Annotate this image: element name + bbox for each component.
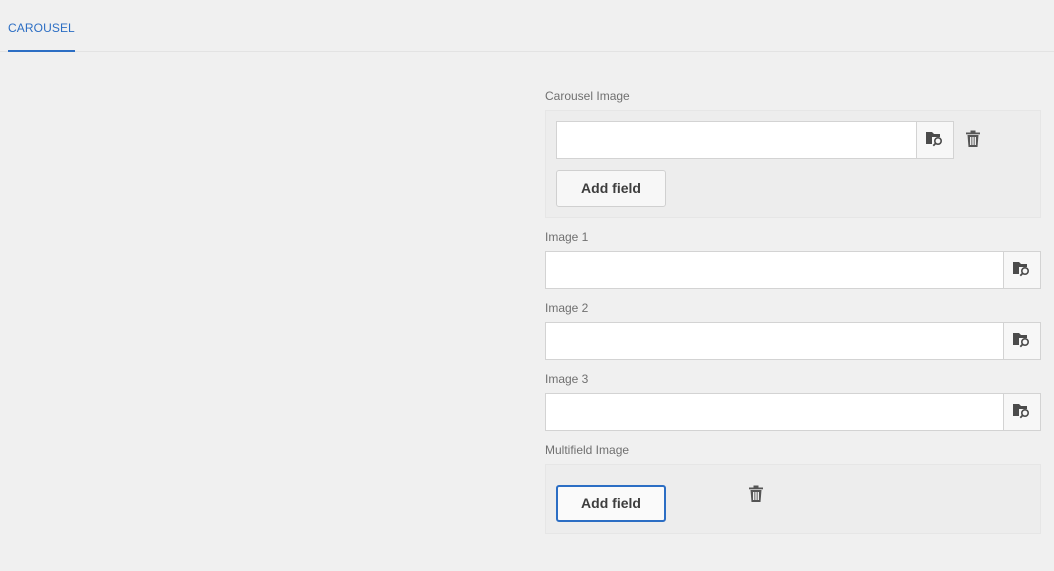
carousel-image-path-input[interactable] — [556, 121, 918, 159]
multifield-image-label: Multifield Image — [545, 443, 630, 457]
carousel-image-add-field-button[interactable]: Add field — [556, 170, 666, 207]
carousel-image-label: Carousel Image — [545, 89, 630, 103]
image2-path-input[interactable] — [545, 322, 1005, 360]
folder-search-icon — [925, 129, 945, 152]
active-tab-indicator — [8, 50, 75, 52]
image3-path-input[interactable] — [545, 393, 1005, 431]
carousel-image-multifield: Add field — [545, 110, 1041, 218]
image1-browse-button[interactable] — [1003, 251, 1041, 289]
multifield-image-multifield: Add field — [545, 464, 1041, 534]
carousel-image-browse-button[interactable] — [916, 121, 954, 159]
folder-search-icon — [1012, 401, 1032, 424]
carousel-image-delete-button[interactable] — [963, 130, 983, 152]
image3-label: Image 3 — [545, 372, 589, 386]
folder-search-icon — [1012, 259, 1032, 282]
folder-search-icon — [1012, 330, 1032, 353]
tab-bar: CAROUSEL — [0, 0, 1054, 52]
tab-carousel-label: CAROUSEL — [8, 21, 75, 35]
trash-icon — [965, 130, 981, 153]
image1-path-input[interactable] — [545, 251, 1005, 289]
multifield-image-delete-button[interactable] — [746, 485, 766, 507]
image1-label: Image 1 — [545, 230, 589, 244]
trash-icon — [748, 485, 764, 508]
image3-browse-button[interactable] — [1003, 393, 1041, 431]
image2-label: Image 2 — [545, 301, 589, 315]
image2-browse-button[interactable] — [1003, 322, 1041, 360]
multifield-image-add-field-button[interactable]: Add field — [556, 485, 666, 522]
tab-carousel[interactable]: CAROUSEL — [8, 0, 75, 52]
